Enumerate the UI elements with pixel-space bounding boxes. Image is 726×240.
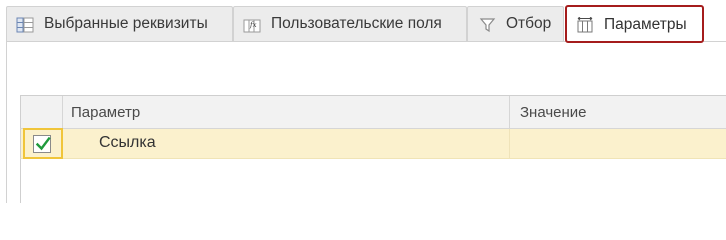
tab-filter[interactable]: Отбор: [467, 6, 564, 41]
parameter-value[interactable]: [520, 134, 720, 154]
tab-label: Пользовательские поля: [271, 15, 442, 32]
svg-text:fx: fx: [249, 21, 257, 29]
custom-fields-icon: fx: [243, 19, 261, 33]
tab-label: Параметры: [604, 16, 687, 33]
table-row[interactable]: Ссылка: [20, 128, 726, 159]
parameters-icon: [577, 17, 593, 33]
table-header: Параметр Значение: [20, 95, 726, 129]
parameters-table: Параметр Значение Ссылка: [20, 95, 726, 203]
column-divider: [509, 96, 510, 129]
column-header-parameter[interactable]: Параметр: [71, 104, 140, 121]
tab-custom-fields[interactable]: fx Пользовательские поля: [233, 6, 467, 41]
column-divider: [62, 96, 63, 129]
tab-label: Отбор: [506, 15, 552, 32]
tab-label: Выбранные реквизиты: [44, 15, 208, 32]
filter-icon: [479, 18, 496, 33]
use-checkbox[interactable]: [33, 135, 51, 153]
table-empty-area: [20, 159, 726, 203]
tab-parameters[interactable]: Параметры: [565, 5, 704, 43]
column-header-value[interactable]: Значение: [520, 104, 587, 121]
parameter-name: Ссылка: [99, 134, 156, 151]
column-divider: [509, 129, 510, 159]
tab-selected-fields[interactable]: Выбранные реквизиты: [6, 6, 233, 41]
tab-bar: Выбранные реквизиты fx Пользовательские …: [0, 0, 726, 43]
checkmark-icon: [35, 136, 51, 151]
selected-fields-icon: [16, 17, 34, 33]
use-checkbox-cell[interactable]: [23, 128, 63, 159]
